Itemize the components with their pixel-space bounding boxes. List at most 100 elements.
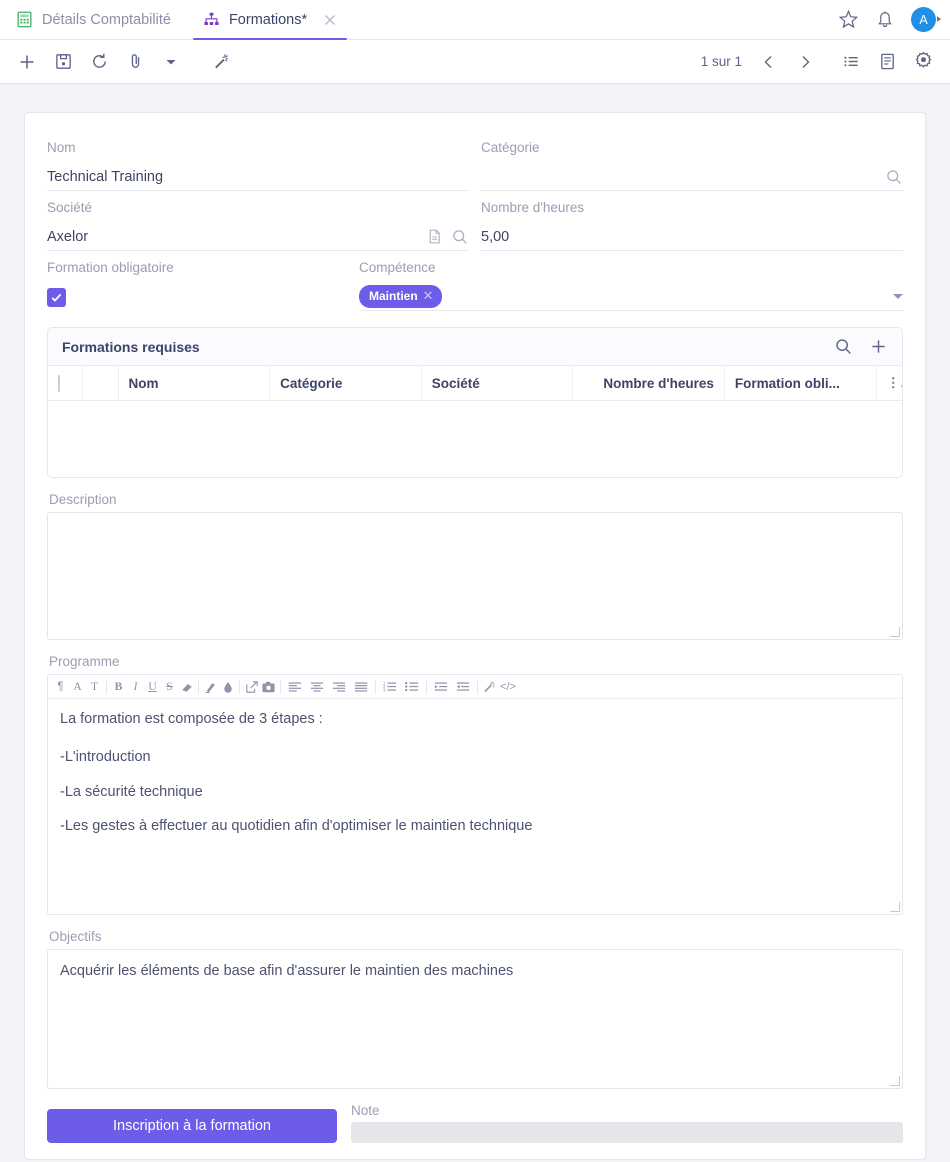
formations-requises-panel: Formations requises Nom Catégorie Sociét… bbox=[47, 327, 903, 478]
ordered-list-icon[interactable]: 123 bbox=[379, 677, 401, 697]
table-header-row: Nom Catégorie Société Nombre d'heures Fo… bbox=[48, 366, 902, 401]
save-icon[interactable] bbox=[48, 47, 78, 77]
eraser-icon[interactable] bbox=[178, 677, 195, 697]
tab-formations[interactable]: Formations* bbox=[187, 0, 353, 40]
column-header-formation-obligatoire[interactable]: Formation obli... bbox=[724, 366, 877, 401]
field-label: Catégorie bbox=[481, 140, 540, 155]
close-icon[interactable]: ✕ bbox=[423, 288, 434, 304]
search-icon[interactable] bbox=[834, 337, 853, 356]
chevron-down-icon[interactable] bbox=[156, 47, 186, 77]
attachment-icon[interactable] bbox=[120, 47, 150, 77]
align-right-icon[interactable] bbox=[328, 677, 350, 697]
column-header-categorie[interactable]: Catégorie bbox=[269, 366, 422, 401]
record-pager: 1 sur 1 bbox=[700, 54, 742, 69]
unordered-list-icon[interactable] bbox=[401, 677, 423, 697]
programme-editor[interactable]: ¶ A T B I U S 1 2 3 </> La formation est… bbox=[47, 674, 903, 915]
divider bbox=[239, 679, 240, 694]
programme-content[interactable]: La formation est composée de 3 étapes : … bbox=[48, 699, 902, 914]
field-formation-obligatoire: Formation obligatoire bbox=[47, 251, 347, 311]
font-size-icon[interactable]: T bbox=[86, 677, 103, 697]
inscription-formation-button[interactable]: Inscription à la formation bbox=[47, 1109, 337, 1143]
image-icon[interactable] bbox=[260, 677, 277, 697]
chevron-down-icon[interactable] bbox=[893, 294, 903, 299]
avatar-initial: A bbox=[919, 12, 928, 27]
tab-details-comptabilite[interactable]: Détails Comptabilité bbox=[0, 0, 187, 39]
note-input[interactable] bbox=[351, 1122, 903, 1143]
column-header-nom[interactable]: Nom bbox=[118, 366, 271, 401]
table-body-empty bbox=[48, 401, 902, 477]
chevron-left-icon[interactable] bbox=[754, 47, 784, 77]
list-view-icon[interactable] bbox=[836, 47, 866, 77]
italic-icon[interactable]: I bbox=[127, 677, 144, 697]
field-label: Société bbox=[47, 200, 93, 215]
document-icon[interactable] bbox=[426, 228, 443, 245]
align-center-icon[interactable] bbox=[306, 677, 328, 697]
select-all-header[interactable] bbox=[48, 366, 83, 401]
link-icon[interactable] bbox=[243, 677, 260, 697]
strikethrough-icon[interactable]: S bbox=[161, 677, 178, 697]
underline-icon[interactable]: U bbox=[144, 677, 161, 697]
form-row-3: Formation obligatoire Compétence Maintie… bbox=[47, 251, 903, 311]
field-label: Nombre d'heures bbox=[481, 200, 585, 215]
description-textarea[interactable] bbox=[47, 512, 903, 640]
svg-text:3: 3 bbox=[383, 687, 386, 692]
text-color-icon[interactable] bbox=[202, 677, 219, 697]
field-note: Note bbox=[351, 1103, 903, 1143]
bold-icon[interactable]: B bbox=[110, 677, 127, 697]
societe-input[interactable]: Axelor bbox=[47, 223, 469, 251]
column-options-icon[interactable]: ⋮ bbox=[876, 366, 902, 401]
chevron-right-icon[interactable] bbox=[790, 47, 820, 77]
nombre-heures-input[interactable]: 5,00 bbox=[481, 223, 903, 251]
field-label: Nom bbox=[47, 140, 76, 155]
divider bbox=[375, 679, 376, 694]
objectifs-textarea[interactable]: Acquérir les éléments de base afin d'ass… bbox=[47, 949, 903, 1089]
field-competence: Compétence Maintien ✕ bbox=[359, 251, 903, 311]
programme-paragraph: -Les gestes à effectuer au quotidien afi… bbox=[60, 817, 533, 834]
plus-icon[interactable] bbox=[869, 337, 888, 356]
gear-icon[interactable] bbox=[908, 47, 938, 77]
select-all-checkbox[interactable] bbox=[58, 374, 60, 392]
sitemap-icon bbox=[203, 11, 220, 28]
tab-bar-actions: A bbox=[824, 0, 950, 39]
action-toolbar: 1 sur 1 bbox=[0, 40, 950, 84]
formations-requises-table: Nom Catégorie Société Nombre d'heures Fo… bbox=[48, 366, 902, 401]
indent-icon[interactable] bbox=[430, 677, 452, 697]
column-header-nombre-heures[interactable]: Nombre d'heures bbox=[572, 366, 725, 401]
font-family-icon[interactable]: A bbox=[69, 677, 86, 697]
description-label: Description bbox=[49, 492, 117, 507]
field-value: Technical Training bbox=[47, 168, 164, 185]
field-label: Formation obligatoire bbox=[47, 260, 174, 275]
magic-wand-icon[interactable] bbox=[206, 47, 236, 77]
column-header-societe[interactable]: Société bbox=[421, 366, 574, 401]
nom-input[interactable]: Technical Training bbox=[47, 163, 469, 191]
tab-label: Formations* bbox=[228, 11, 308, 28]
form-row-1: Nom Technical Training Catégorie bbox=[47, 131, 903, 191]
refresh-icon[interactable] bbox=[84, 47, 114, 77]
field-nombre-heures: Nombre d'heures 5,00 bbox=[481, 191, 903, 251]
field-value: Axelor bbox=[47, 228, 89, 245]
objectifs-label: Objectifs bbox=[49, 929, 102, 944]
star-icon[interactable] bbox=[838, 9, 859, 30]
align-justify-icon[interactable] bbox=[350, 677, 372, 697]
competence-input[interactable]: Maintien ✕ bbox=[359, 283, 903, 311]
bell-icon[interactable] bbox=[875, 10, 895, 30]
magic-wand-icon[interactable] bbox=[481, 677, 498, 697]
highlight-color-icon[interactable] bbox=[219, 677, 236, 697]
form-view-icon[interactable] bbox=[872, 47, 902, 77]
avatar[interactable]: A bbox=[911, 7, 941, 32]
programme-paragraph: La formation est composée de 3 étapes : bbox=[60, 711, 323, 727]
plus-icon[interactable] bbox=[12, 47, 42, 77]
search-icon[interactable] bbox=[885, 168, 903, 186]
outdent-icon[interactable] bbox=[452, 677, 474, 697]
paragraph-icon[interactable]: ¶ bbox=[52, 677, 69, 697]
code-view-icon[interactable]: </> bbox=[498, 677, 518, 697]
close-icon[interactable] bbox=[323, 13, 337, 27]
categorie-input[interactable] bbox=[481, 163, 903, 191]
note-label: Note bbox=[351, 1103, 380, 1118]
search-icon[interactable] bbox=[451, 228, 469, 246]
formation-obligatoire-checkbox[interactable] bbox=[47, 287, 66, 307]
align-left-icon[interactable] bbox=[284, 677, 306, 697]
objectifs-value: Acquérir les éléments de base afin d'ass… bbox=[60, 963, 514, 979]
toolbar-left-group bbox=[12, 47, 236, 77]
competence-tag[interactable]: Maintien ✕ bbox=[359, 285, 442, 308]
